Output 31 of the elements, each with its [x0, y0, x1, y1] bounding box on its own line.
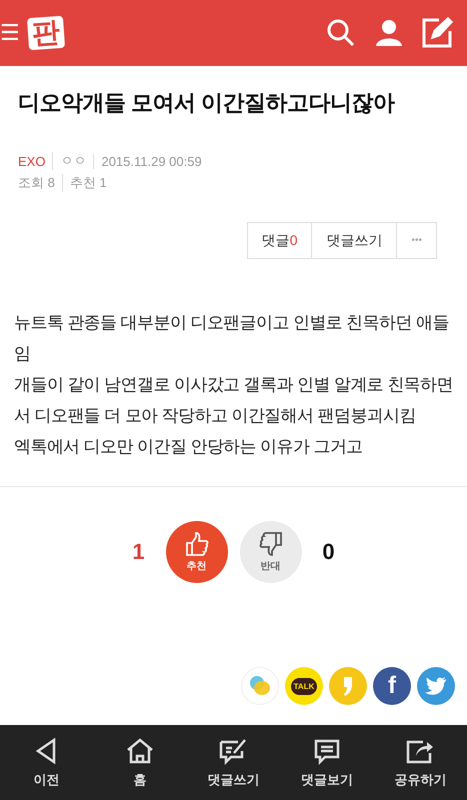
post-paragraph: 엑톡에서 디오만 이간질 안당하는 이유가 그거고 [14, 436, 364, 458]
comments-button[interactable]: 댓글0 [246, 222, 312, 259]
home-icon [125, 736, 156, 764]
nav-button[interactable]: 홈 [93, 725, 187, 800]
oppose-button[interactable]: 반대 [240, 521, 302, 583]
post-title: 디오악개들 모여서 이간질하고다니잖아 [18, 89, 396, 117]
write-comment-button[interactable]: 댓글쓰기 [311, 222, 398, 259]
thumbs-down-icon [258, 531, 284, 557]
post-date: 2015.11.29 00:59 [93, 154, 209, 168]
menu-icon[interactable]: ☰ [0, 22, 20, 44]
author-name: ㅇㅇ [52, 152, 94, 170]
twitter-button[interactable] [417, 667, 455, 705]
post-paragraph: 뉴트톡 관종들 대부분이 디오팬글이고 인별로 친목하던 애들임 [14, 312, 450, 365]
facebook-button[interactable]: f [373, 667, 411, 705]
post-paragraph: 개들이 같이 남연갤로 이사갔고 갤록과 인별 알계로 친목하면서 디오팬들 더 모아 작당하고 이간질해서 팬덤붕괴시킴 [14, 374, 453, 427]
nav-button[interactable]: 공유하기 [374, 725, 467, 800]
nav-button[interactable]: 댓글쓰기 [186, 725, 280, 800]
thumbs-up-icon [184, 531, 210, 557]
talk-button[interactable]: TALK [285, 667, 323, 705]
nav-button[interactable]: 댓글보기 [280, 725, 374, 800]
recommend-count: 1 [131, 539, 146, 565]
board-link[interactable]: EXO [18, 154, 52, 168]
recommend-count: 추천 1 [62, 174, 114, 192]
view-count: 조회 8 [18, 174, 56, 192]
comma-icon [341, 675, 355, 697]
bird-icon [425, 677, 447, 695]
oppose-count: 0 [321, 539, 336, 565]
logo[interactable]: 판 [26, 16, 65, 50]
nav-button[interactable]: 이전 [0, 725, 94, 800]
comment-edit-icon [218, 736, 248, 764]
recommend-button[interactable]: 추천 [166, 521, 228, 583]
